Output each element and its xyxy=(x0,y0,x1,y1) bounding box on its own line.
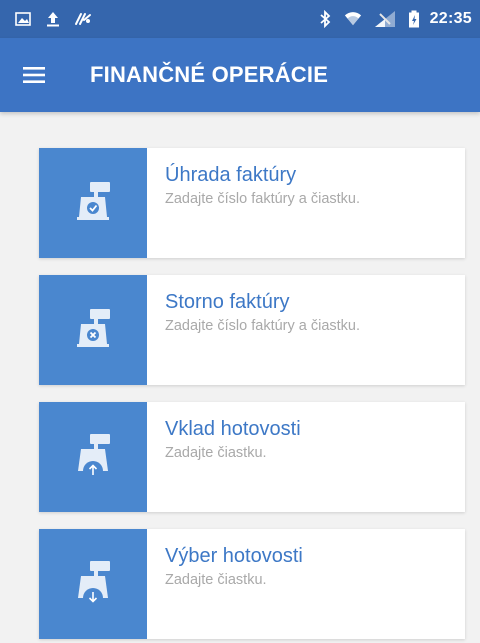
tools-icon xyxy=(74,10,92,28)
card-icon-box xyxy=(39,148,147,258)
hamburger-menu-icon[interactable] xyxy=(20,61,48,89)
operation-card-invoice-cancel[interactable]: Storno faktúry Zadajte číslo faktúry a č… xyxy=(39,275,465,385)
card-subtitle: Zadajte čiastku. xyxy=(165,572,267,588)
gallery-icon xyxy=(14,10,32,28)
operation-card-invoice-payment[interactable]: Úhrada faktúry Zadajte číslo faktúry a č… xyxy=(39,148,465,258)
status-bar: 22:35 xyxy=(0,0,480,38)
operation-card-cash-deposit[interactable]: Vklad hotovosti Zadajte čiastku. xyxy=(39,402,465,512)
card-title: Úhrada faktúry xyxy=(165,164,297,186)
card-title: Storno faktúry xyxy=(165,291,290,313)
card-icon-box xyxy=(39,402,147,512)
cash-register-cancel-icon xyxy=(73,308,113,352)
wifi-icon xyxy=(344,10,362,28)
app-bar: FINANČNÉ OPERÁCIE xyxy=(0,38,480,112)
page-title: FINANČNÉ OPERÁCIE xyxy=(90,62,329,87)
status-time: 22:35 xyxy=(429,10,472,27)
operation-card-cash-withdraw[interactable]: Výber hotovosti Zadajte čiastku. xyxy=(39,529,465,639)
operations-list: Úhrada faktúry Zadajte číslo faktúry a č… xyxy=(0,112,480,639)
cash-register-check-icon xyxy=(73,181,113,225)
card-title: Vklad hotovosti xyxy=(165,418,301,440)
upload-icon xyxy=(44,10,62,28)
bluetooth-icon xyxy=(316,10,334,28)
card-title: Výber hotovosti xyxy=(165,545,303,567)
battery-icon xyxy=(408,10,420,28)
card-icon-box xyxy=(39,275,147,385)
signal-icon xyxy=(372,10,398,28)
cash-register-deposit-icon xyxy=(73,433,113,481)
card-icon-box xyxy=(39,529,147,639)
card-subtitle: Zadajte čiastku. xyxy=(165,445,267,461)
cash-register-withdraw-icon xyxy=(73,560,113,608)
card-subtitle: Zadajte číslo faktúry a čiastku. xyxy=(165,191,361,207)
card-subtitle: Zadajte číslo faktúry a čiastku. xyxy=(165,318,361,334)
